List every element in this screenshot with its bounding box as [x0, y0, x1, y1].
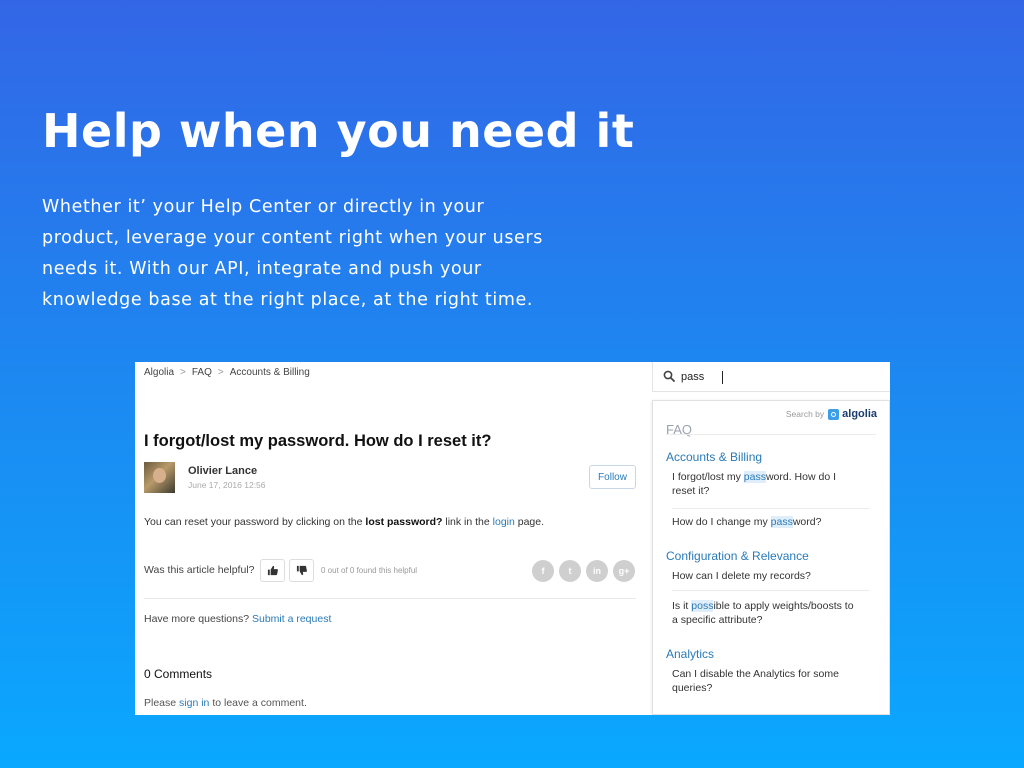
search-icon: [663, 370, 675, 382]
hit-highlight: pass: [743, 471, 766, 483]
follow-button[interactable]: Follow: [589, 465, 636, 489]
breadcrumb-separator: >: [217, 367, 224, 378]
avatar[interactable]: [144, 462, 175, 493]
search-input[interactable]: [681, 367, 876, 387]
helpful-label: Was this article helpful?: [144, 564, 255, 576]
body-text-suffix: page.: [517, 516, 545, 528]
breadcrumb-accounts-billing[interactable]: Accounts & Billing: [230, 367, 310, 378]
hit-highlight: pass: [770, 516, 793, 528]
hit-text: How do I change my: [672, 516, 771, 528]
result-category[interactable]: Analytics: [666, 647, 714, 661]
powered-by-label: Search by: [785, 409, 825, 419]
upvote-button[interactable]: [260, 559, 285, 582]
breadcrumb-separator: >: [180, 367, 186, 378]
help-article: Algolia > FAQ > Accounts & Billing I forgot/…: [135, 362, 651, 715]
result-category[interactable]: Configuration & Relevance: [666, 549, 809, 563]
facebook-icon[interactable]: f: [532, 560, 554, 582]
sign-in-link[interactable]: sign in: [179, 697, 209, 709]
thumbs-down-icon: [296, 565, 307, 576]
article-date: June 17, 2016 12:56: [188, 480, 266, 490]
body-text-bold: lost password?: [365, 516, 443, 528]
sign-in-prompt: Please sign in to leave a comment.: [144, 697, 307, 709]
login-link[interactable]: login: [493, 516, 515, 528]
vote-count: 0 out of 0 found this helpful: [321, 566, 418, 575]
hit-text: Can I disable the Analytics for some que…: [672, 668, 839, 694]
search-result-item[interactable]: How do I change my password?: [672, 516, 862, 530]
comments-title: 0 Comments: [144, 667, 213, 681]
algolia-logo-icon: [828, 408, 840, 420]
search-result-item[interactable]: Is it possible to apply weights/boosts t…: [672, 600, 862, 627]
search-result-item[interactable]: How can I delete my records?: [672, 570, 862, 584]
article-body: You can reset your password by clicking …: [144, 516, 544, 528]
hero-title: Help when you need it: [42, 104, 635, 158]
hit-text: How can I delete my records?: [672, 570, 811, 582]
body-text-mid: link in the: [445, 516, 490, 528]
breadcrumb-algolia[interactable]: Algolia: [144, 367, 174, 378]
search-box[interactable]: [652, 362, 890, 392]
more-questions: Have more questions? Submit a request: [144, 613, 331, 625]
sign-in-prefix: Please: [144, 697, 177, 709]
search-results-dropdown: Search by algolia FAQ Accounts & Billing…: [652, 400, 890, 715]
submit-request-link[interactable]: Submit a request: [252, 613, 331, 625]
author-name[interactable]: Olivier Lance: [188, 465, 257, 477]
body-text-prefix: You can reset your password by clicking …: [144, 516, 363, 528]
twitter-icon[interactable]: t: [559, 560, 581, 582]
result-category[interactable]: Accounts & Billing: [666, 450, 762, 464]
breadcrumb-faq[interactable]: FAQ: [192, 367, 212, 378]
breadcrumb: Algolia > FAQ > Accounts & Billing: [144, 367, 310, 378]
linkedin-icon[interactable]: in: [586, 560, 608, 582]
hit-highlight: poss: [691, 600, 714, 612]
algolia-wordmark: algolia: [842, 408, 877, 420]
hit-text: word?: [792, 516, 822, 528]
hit-text: Is it: [672, 600, 692, 612]
search-by-algolia[interactable]: Search by algolia: [786, 408, 877, 420]
section-divider: [666, 434, 876, 435]
hero-description: Whether it’ your Help Center or directly…: [42, 197, 543, 310]
sign-in-suffix: to leave a comment.: [212, 697, 307, 709]
hit-text: I forgot/lost my: [672, 471, 744, 483]
google-plus-icon[interactable]: g+: [613, 560, 635, 582]
downvote-button[interactable]: [289, 559, 314, 582]
product-screenshot: Algolia > FAQ > Accounts & Billing I forgot/…: [135, 362, 890, 715]
thumbs-up-icon: [267, 565, 278, 576]
search-result-item[interactable]: I forgot/lost my password. How do I rese…: [672, 471, 862, 498]
result-divider: [672, 590, 870, 591]
search-result-item[interactable]: Can I disable the Analytics for some que…: [672, 668, 862, 695]
text-caret: [722, 371, 723, 384]
article-title: I forgot/lost my password. How do I rese…: [144, 432, 492, 450]
more-questions-label: Have more questions?: [144, 613, 250, 625]
divider: [144, 598, 636, 599]
result-divider: [672, 508, 870, 509]
